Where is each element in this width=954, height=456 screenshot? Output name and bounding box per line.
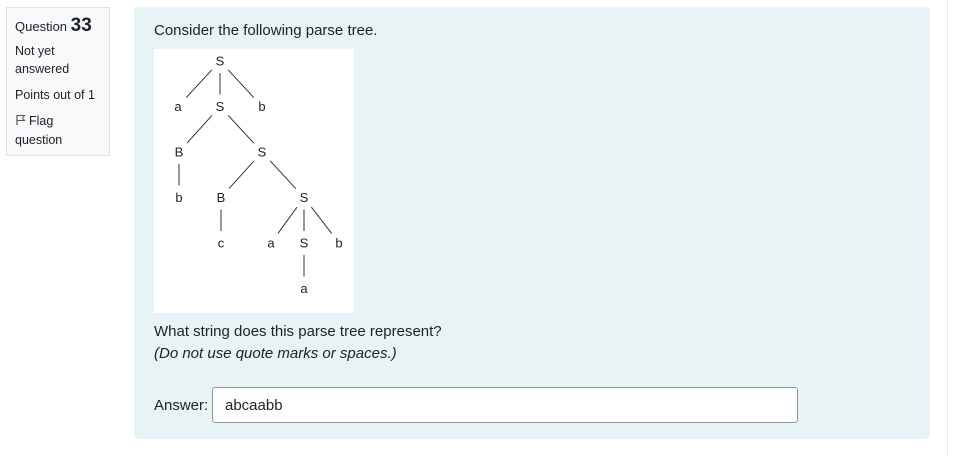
prompt-text: What string does this parse tree represe… xyxy=(154,323,442,340)
tree-edge xyxy=(185,69,213,99)
tree-edge xyxy=(277,206,298,234)
page-scrollbar[interactable] xyxy=(947,0,954,456)
tree-leaf-6: a xyxy=(300,281,308,296)
tree-node-4: B xyxy=(217,190,226,205)
answer-label: Answer: xyxy=(154,397,209,414)
tree-edge xyxy=(227,69,255,99)
tree-node-10: S xyxy=(258,145,267,160)
tree-leaf-0: a xyxy=(174,99,182,114)
question-label: Question xyxy=(15,19,68,34)
question-number: Question 33 xyxy=(15,16,101,37)
question-content: Consider the following parse tree. a b Bc B… xyxy=(134,7,930,439)
tree-edge xyxy=(186,115,213,144)
tree-node-11: S xyxy=(216,99,225,114)
flag-question-link[interactable]: Flag question xyxy=(15,112,101,149)
tree-leaf-1: b xyxy=(175,190,182,205)
question-number-value: 33 xyxy=(70,15,92,36)
tree-leaf-12: b xyxy=(258,99,265,114)
question-state: Not yet answered xyxy=(15,44,70,76)
tree-edge xyxy=(310,206,333,234)
flag-icon[interactable] xyxy=(15,113,27,131)
prompt-note: (Do not use quote marks or spaces.) xyxy=(154,345,397,362)
tree-node-9: S xyxy=(300,190,309,205)
tree-node-2: B xyxy=(175,145,184,160)
tree-node-13: S xyxy=(216,54,225,69)
tree-edge xyxy=(228,160,255,189)
question-info-panel: Question 33 Not yet answered Points out … xyxy=(6,7,110,156)
parse-tree-image: a b Bc Ba a Sb S S Sb S xyxy=(154,49,354,313)
question-grade: Points out of 1 xyxy=(15,88,95,102)
tree-edge xyxy=(269,160,297,190)
tree-edge xyxy=(227,114,255,144)
answer-input[interactable] xyxy=(212,387,798,423)
tree-leaf-3: c xyxy=(218,236,225,251)
tree-node-7: S xyxy=(300,236,309,251)
parse-tree-diagram: a b Bc Ba a S b S S S b S xyxy=(174,54,342,297)
tree-leaf-8: b xyxy=(335,236,342,251)
question-text: Consider the following parse tree. xyxy=(154,22,378,39)
question-prompt: What string does this parse tree represe… xyxy=(154,321,442,365)
tree-leaf-5: a xyxy=(267,236,275,251)
